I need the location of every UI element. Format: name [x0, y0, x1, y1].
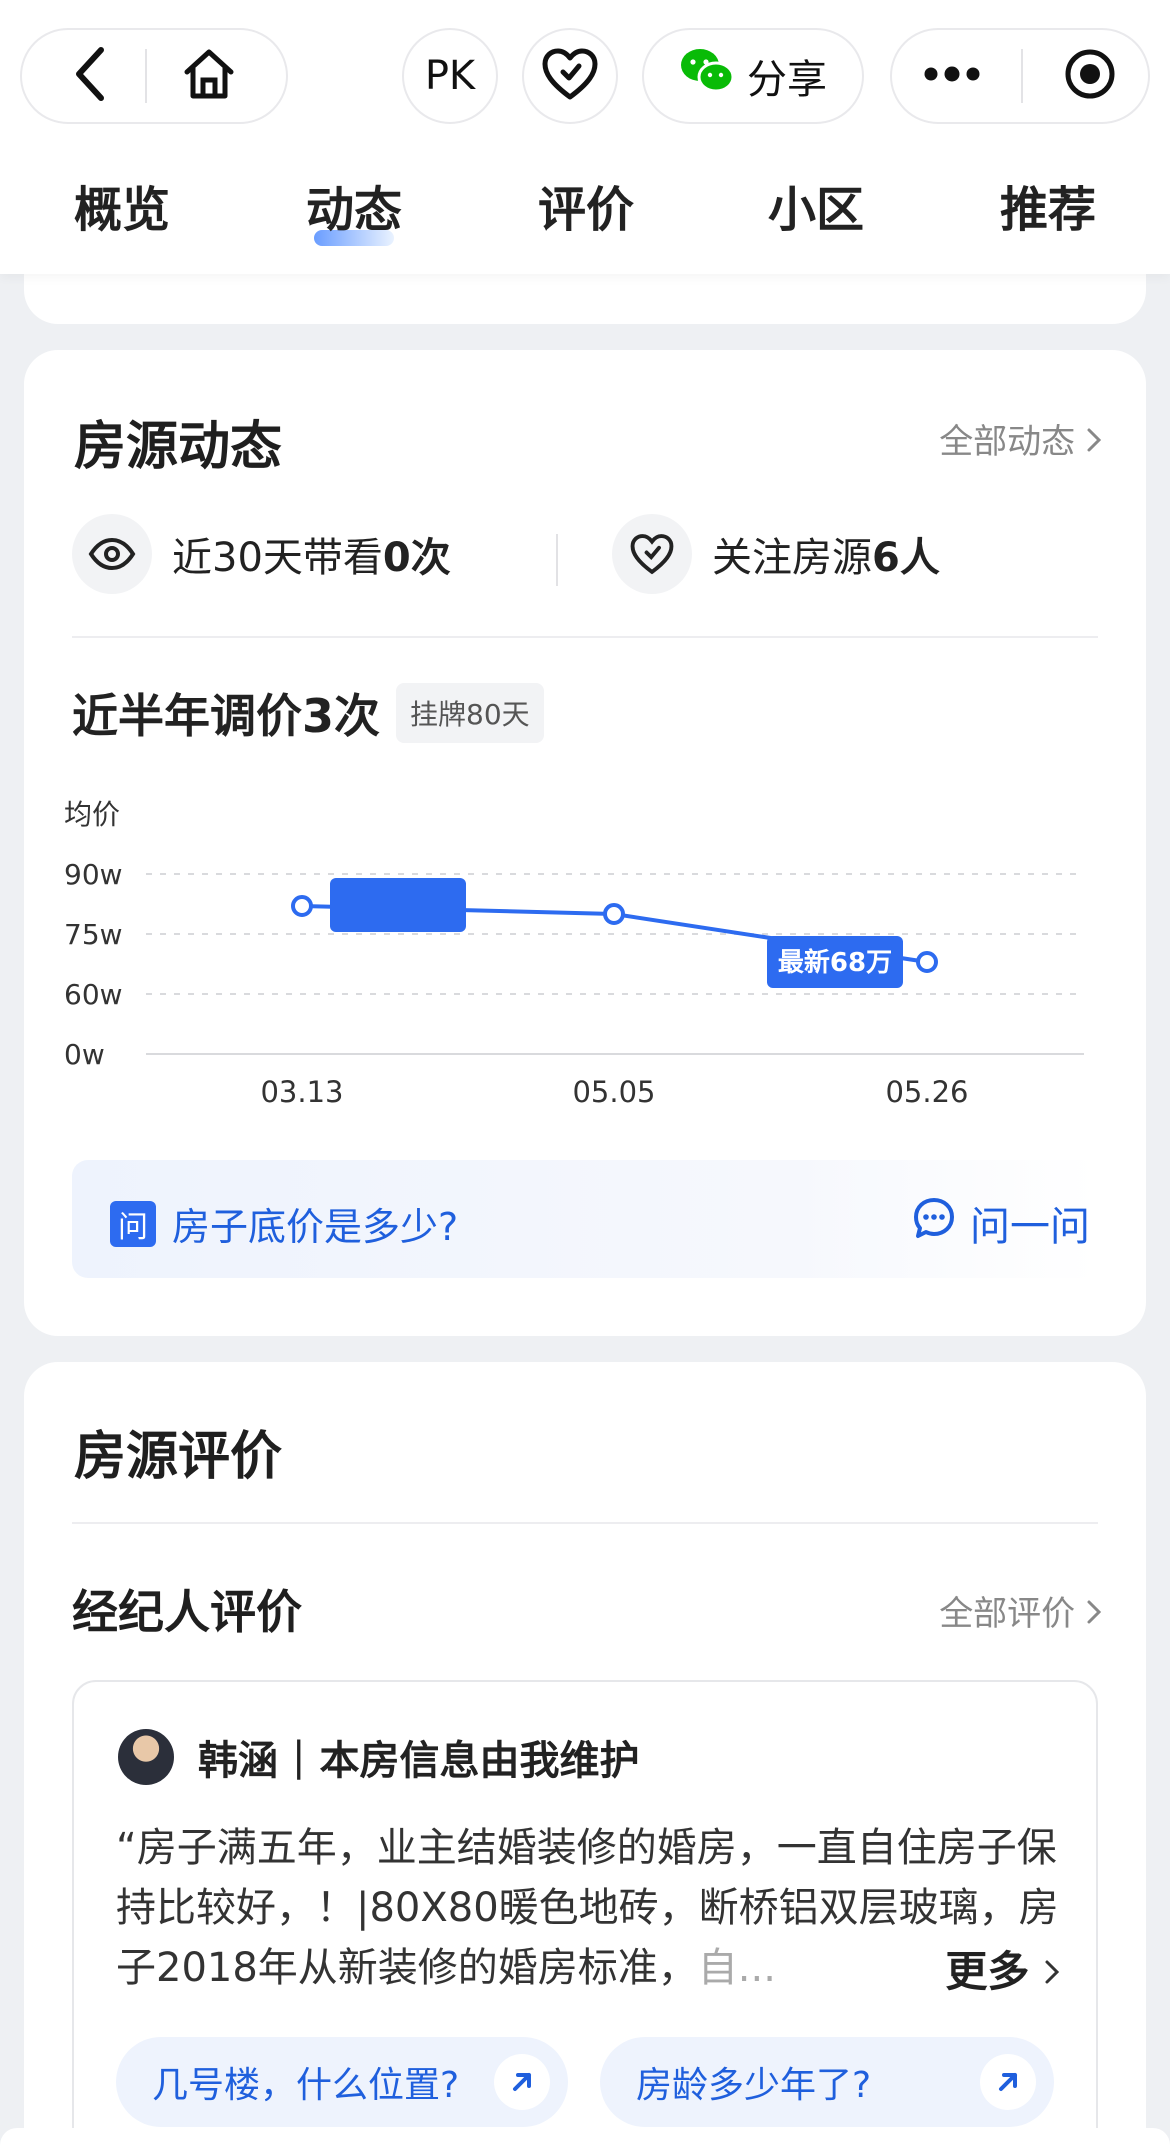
heart-check-icon [541, 47, 599, 105]
y-tick-label: 90w [64, 858, 123, 891]
tab-community[interactable]: 小区 [768, 170, 864, 240]
divider [1021, 49, 1023, 103]
divider [72, 1522, 1098, 1524]
ask-button-label: 问一问 [970, 1204, 1090, 1250]
tab-recommend[interactable]: 推荐 [1000, 170, 1096, 240]
back-icon[interactable] [71, 44, 111, 108]
more-icon[interactable] [923, 66, 981, 86]
question-chip-label: 房龄多少年了? [636, 2065, 872, 2106]
question-chip-label: 几号楼，什么位置? [152, 2065, 460, 2106]
y-tick-label: 75w [64, 918, 123, 951]
ask-price-bar[interactable]: 问 房子底价是多少? 问一问 [72, 1160, 1098, 1278]
top-bar: PK 分享 概览 动态 评价 小区 推荐 [0, 0, 1170, 274]
pk-button[interactable]: PK [402, 28, 498, 124]
y-tick-label: 60w [64, 978, 123, 1011]
avatar[interactable] [118, 1729, 174, 1785]
ask-button[interactable]: 问一问 [912, 1194, 1090, 1252]
evaluation-card: 房源评价 经纪人评价 全部评价 韩涵 | 本房信息由我维护 “房子满五年，业主结… [24, 1362, 1146, 2145]
chevron-right-icon [1086, 1594, 1102, 1634]
favorite-button[interactable] [522, 28, 618, 124]
tab-reviews[interactable]: 评价 [538, 170, 634, 240]
more-label: 更多 [945, 1947, 1030, 1996]
ask-question[interactable]: 问 房子底价是多少? [110, 1196, 458, 1251]
nav-capsule [20, 28, 288, 124]
agent-quote-fade: 自... [697, 1945, 776, 1991]
wechat-icon [679, 47, 735, 105]
agent-header: 韩涵 | 本房信息由我维护 [118, 1728, 639, 1786]
question-chip[interactable]: 几号楼，什么位置? [116, 2037, 568, 2127]
question-badge-icon: 问 [110, 1200, 156, 1247]
arrow-up-right-icon [980, 2054, 1036, 2110]
agent-name: 韩涵 [198, 1738, 278, 1784]
latest-price-label: 最新68万 [778, 947, 892, 978]
arrow-up-right-icon [494, 2054, 550, 2110]
x-tick-label: 05.26 [885, 1075, 968, 1109]
question-chip[interactable]: 房龄多少年了? [600, 2037, 1054, 2127]
price-point [916, 951, 938, 973]
agent-role: 本房信息由我维护 [319, 1738, 640, 1784]
chevron-right-icon [1044, 1947, 1060, 1996]
chat-bubble-icon [912, 1196, 970, 1250]
agent-separator: | [292, 1734, 306, 1780]
agent-review-box[interactable]: 韩涵 | 本房信息由我维护 “房子满五年，业主结婚装修的婚房，一直自住房子保持比… [72, 1680, 1098, 2145]
y-tick-label: 0w [64, 1038, 105, 1071]
all-reviews-link[interactable]: 全部评价 [939, 1586, 1102, 1635]
agent-quote: “房子满五年，业主结婚装修的婚房，一直自住房子保持比较好，！|80X80暖色地砖… [116, 1818, 1066, 1998]
section-tabs: 概览 动态 评价 小区 推荐 [0, 160, 1170, 252]
chart-ylabel: 均价 [64, 798, 120, 831]
more-button[interactable]: 更多 [929, 1938, 1060, 1999]
price-tooltip-blurred [330, 878, 466, 932]
tab-overview[interactable]: 概览 [74, 170, 170, 240]
agent-section-title: 经纪人评价 [72, 1585, 302, 1639]
agent-quote-text: “房子满五年，业主结婚装修的婚房，一直自住房子保持比较好，！|80X80暖色地砖… [116, 1825, 1059, 1991]
x-tick-label: 05.05 [572, 1075, 655, 1109]
divider [145, 49, 147, 103]
price-point [291, 895, 313, 917]
close-target-icon[interactable] [1063, 47, 1117, 105]
menu-capsule [890, 28, 1150, 124]
price-point [603, 903, 625, 925]
tab-dynamics[interactable]: 动态 [306, 170, 402, 246]
all-reviews-label: 全部评价 [939, 1594, 1076, 1634]
x-tick-label: 03.13 [260, 1075, 343, 1109]
bottom-sheet-edge [0, 2128, 1170, 2145]
dynamics-card: 房源动态 全部动态 近30天带看0次 关注房源6人 近半年调价3次 挂牌80天 … [24, 350, 1146, 1336]
ask-question-text: 房子底价是多少? [172, 1205, 459, 1249]
share-button[interactable]: 分享 [642, 28, 864, 124]
home-icon[interactable] [181, 46, 237, 106]
share-label: 分享 [747, 57, 827, 103]
evaluation-title: 房源评价 [74, 1427, 283, 1487]
